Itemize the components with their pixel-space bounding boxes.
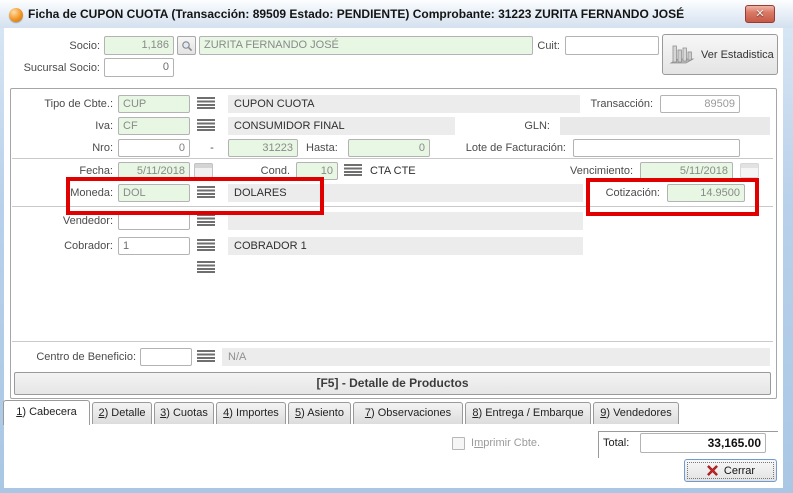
gln-field xyxy=(560,117,770,135)
socio-name-field[interactable]: ZURITA FERNANDO JOSÉ xyxy=(199,36,533,55)
cond-field[interactable]: 10 xyxy=(296,162,338,180)
tipo-cbte-label: Tipo de Cbte.: xyxy=(8,95,113,113)
nro-hasta-from-field[interactable]: 31223 xyxy=(228,139,298,157)
centro-beneficio-desc: N/A xyxy=(222,348,770,366)
cuit-label: Cuit: xyxy=(508,37,560,55)
search-icon xyxy=(181,40,193,52)
sucursal-socio-field[interactable]: 0 xyxy=(104,58,174,77)
tipo-cbte-desc: CUPON CUOTA xyxy=(228,95,580,113)
title-bar: Ficha de CUPON CUOTA (Transacción: 89509… xyxy=(0,0,793,28)
separator-line xyxy=(12,341,773,342)
total-field[interactable]: 33,165.00 xyxy=(640,433,766,453)
cerrar-button[interactable]: Cerrar xyxy=(684,459,777,482)
iva-label: Iva: xyxy=(8,117,113,135)
imprimir-checkbox[interactable] xyxy=(452,437,465,450)
tab-observaciones[interactable]: 7) Observaciones xyxy=(353,402,463,424)
tab-cuotas[interactable]: 3) Cuotas xyxy=(154,402,214,424)
tab-detalle[interactable]: 2) Detalle xyxy=(92,402,152,424)
transaccion-field[interactable]: 89509 xyxy=(660,95,740,113)
tab-importes[interactable]: 4) Importes xyxy=(216,402,286,424)
iva-desc: CONSUMIDOR FINAL xyxy=(228,117,455,135)
separator-line xyxy=(12,158,773,159)
tab-entrega-embarque[interactable]: 8) Entrega / Embarque xyxy=(465,402,591,424)
socio-field[interactable]: 1,186 xyxy=(104,36,174,55)
imprimir-label: Imprimir Cbte. xyxy=(471,434,561,452)
nro-field[interactable]: 0 xyxy=(118,139,190,157)
ver-estadistica-label: Ver Estadistica xyxy=(701,49,774,61)
sucursal-socio-label: Sucursal Socio: xyxy=(10,59,100,77)
vendedor-desc xyxy=(228,212,583,230)
moneda-desc: DOLARES xyxy=(228,184,583,202)
vendedor-menu-icon[interactable] xyxy=(197,214,215,227)
cotizacion-field[interactable]: 14.9500 xyxy=(667,184,745,202)
tab-asiento[interactable]: 5) Asiento xyxy=(288,402,351,424)
close-button[interactable]: ✕ xyxy=(745,5,775,23)
centro-beneficio-menu-icon[interactable] xyxy=(197,350,215,363)
hasta-label: Hasta: xyxy=(300,139,350,157)
cuit-field[interactable] xyxy=(565,36,659,55)
ver-estadistica-button[interactable]: Ver Estadistica xyxy=(662,34,778,75)
window-title: Ficha de CUPON CUOTA (Transacción: 89509… xyxy=(28,7,684,21)
cobrador-menu-icon[interactable] xyxy=(197,239,215,252)
cobrador-label: Cobrador: xyxy=(8,237,113,255)
close-icon: ✕ xyxy=(755,8,764,20)
socio-search-button[interactable] xyxy=(177,36,196,55)
vencimiento-label: Vencimiento: xyxy=(523,162,633,180)
vencimiento-calendar-icon[interactable] xyxy=(740,163,759,178)
detalle-productos-button[interactable]: [F5] - Detalle de Productos xyxy=(14,372,771,395)
tipo-cbte-menu-icon[interactable] xyxy=(197,97,215,110)
vendedor-field[interactable] xyxy=(118,212,190,230)
cond-menu-icon[interactable] xyxy=(344,164,362,177)
centro-beneficio-label: Centro de Beneficio: xyxy=(8,348,136,366)
gln-label: GLN: xyxy=(480,117,550,135)
fecha-label: Fecha: xyxy=(8,162,113,180)
transaccion-label: Transacción: xyxy=(543,95,653,113)
moneda-field[interactable]: DOL xyxy=(118,184,190,202)
tipo-cbte-field[interactable]: CUP xyxy=(118,95,190,113)
vendedor-label: Vendedor: xyxy=(8,212,113,230)
socio-label: Socio: xyxy=(20,37,100,55)
total-label: Total: xyxy=(603,434,637,452)
vencimiento-field[interactable]: 5/11/2018 xyxy=(640,162,733,180)
moneda-menu-icon[interactable] xyxy=(197,186,215,199)
nro-separator: - xyxy=(205,139,219,157)
lote-facturacion-field[interactable] xyxy=(573,139,740,157)
fecha-field[interactable]: 5/11/2018 xyxy=(118,162,190,180)
cotizacion-label: Cotización: xyxy=(560,184,660,202)
separator-line xyxy=(12,206,773,207)
lote-facturacion-label: Lote de Facturación: xyxy=(420,139,566,157)
cobrador-desc: COBRADOR 1 xyxy=(228,237,583,255)
tab-vendedores[interactable]: 9) Vendedores xyxy=(593,402,679,424)
cobrador-field[interactable]: 1 xyxy=(118,237,190,255)
nro-label: Nro: xyxy=(8,139,113,157)
cond-desc: CTA CTE xyxy=(370,162,460,180)
hasta-field[interactable]: 0 xyxy=(348,139,430,157)
fecha-calendar-icon[interactable] xyxy=(194,163,213,178)
dialog-window: Ficha de CUPON CUOTA (Transacción: 89509… xyxy=(0,0,793,493)
bar-chart-icon xyxy=(669,42,695,68)
centro-beneficio-field[interactable] xyxy=(140,348,192,366)
cond-label: Cond. xyxy=(250,162,290,180)
moneda-label: Moneda: xyxy=(8,184,113,202)
app-icon xyxy=(9,8,23,22)
focus-rect xyxy=(687,462,774,479)
extra-menu-icon[interactable] xyxy=(197,261,215,274)
iva-menu-icon[interactable] xyxy=(197,119,215,132)
iva-field[interactable]: CF xyxy=(118,117,190,135)
tab-cabecera[interactable]: 1) Cabecera xyxy=(3,400,90,425)
